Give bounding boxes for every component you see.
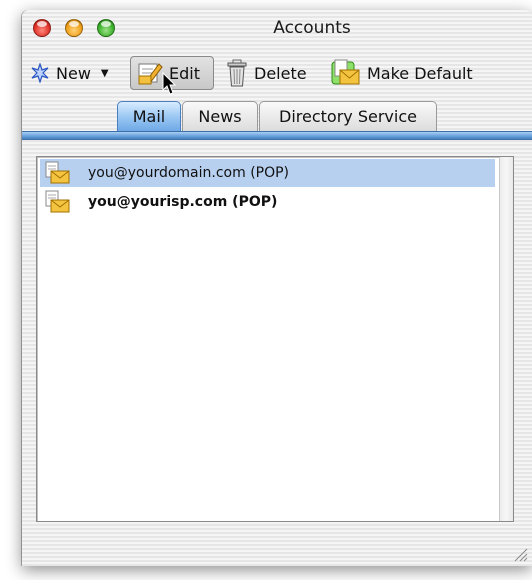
account-list[interactable]: you@yourdomain.com (POP) you@yourisp.com… <box>36 156 514 522</box>
list-item[interactable]: you@yourdomain.com (POP) <box>40 159 495 187</box>
make-default-button[interactable]: Make Default <box>331 56 473 90</box>
accounts-window: Accounts New ▼ Edit Delete Make Default … <box>22 10 532 566</box>
tab-mail[interactable]: Mail <box>117 101 181 131</box>
make-default-label: Make Default <box>367 63 473 83</box>
delete-button[interactable]: Delete <box>226 56 307 90</box>
tab-divider <box>22 131 532 140</box>
toolbar: New ▼ Edit Delete Make Default <box>22 56 532 90</box>
window-title: Accounts <box>273 18 351 38</box>
mouse-pointer-icon <box>162 72 177 95</box>
resize-grip-icon[interactable] <box>512 546 528 562</box>
vertical-scrollbar[interactable] <box>499 157 513 521</box>
pencil-edit-icon <box>138 63 163 85</box>
tab-news[interactable]: News <box>182 101 258 131</box>
list-item[interactable]: you@yourisp.com (POP) <box>40 188 495 216</box>
tab-directory-service[interactable]: Directory Service <box>259 101 437 131</box>
mail-account-icon <box>45 190 70 213</box>
mail-default-icon <box>331 59 360 85</box>
trash-icon <box>227 59 247 87</box>
chevron-down-icon[interactable]: ▼ <box>101 68 109 79</box>
delete-button-label: Delete <box>254 63 307 83</box>
mail-account-icon <box>45 161 70 184</box>
new-button-label: New <box>56 63 91 83</box>
new-button[interactable]: New ▼ <box>30 56 109 90</box>
tab-strip: Mail News Directory Service <box>22 101 532 133</box>
account-label: you@yourdomain.com (POP) <box>88 165 290 181</box>
title-bar[interactable]: Accounts <box>22 10 532 46</box>
star-new-icon <box>31 63 49 83</box>
account-label: you@yourisp.com (POP) <box>88 194 278 210</box>
